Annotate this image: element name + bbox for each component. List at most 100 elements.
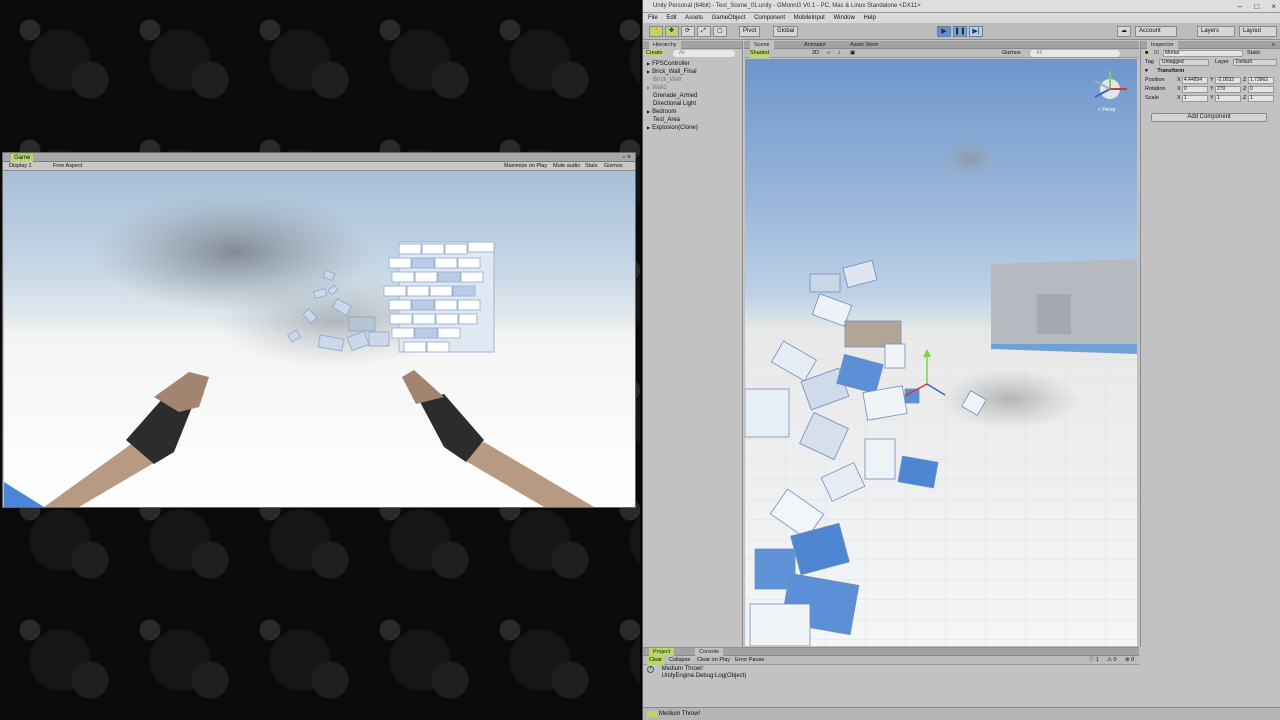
menu-edit[interactable]: Edit [666, 15, 676, 21]
hierarchy-item[interactable]: Explosion(Clone) [643, 124, 742, 132]
tab-hierarchy[interactable]: Hierarchy [649, 41, 681, 49]
shaded-dropdown[interactable]: Shaded [750, 49, 769, 58]
scale-x-field[interactable]: 1 [1182, 95, 1208, 102]
tab-asset-store[interactable]: Asset Store [846, 41, 882, 49]
audio-toggle-icon[interactable]: ♪ [838, 49, 841, 58]
game-viewport[interactable] [4, 172, 635, 507]
error-count[interactable]: ⊗ 0 [1123, 656, 1136, 665]
maximize-on-play-button[interactable]: Maximize on Play [502, 162, 549, 171]
menu-component[interactable]: Component [754, 15, 785, 21]
persp-label[interactable]: < Persp [1098, 107, 1116, 113]
lighting-toggle-icon[interactable]: ☼ [826, 49, 831, 58]
scene-orientation-gizmo-icon[interactable] [1094, 71, 1127, 99]
hierarchy-item[interactable]: Brick_Wall [643, 76, 742, 84]
scene-search-input[interactable]: All [1030, 50, 1120, 57]
log-message: Medium Throw! [661, 666, 703, 672]
tab-project[interactable]: Project [649, 648, 675, 656]
position-y-field[interactable]: -2.0033 [1215, 77, 1241, 84]
log-count[interactable]: ⓘ 1 [1087, 656, 1101, 665]
minimize-button[interactable]: – [1238, 2, 1242, 11]
display-dropdown[interactable]: Display 1 [7, 162, 34, 171]
layers-dropdown[interactable]: Layers [1197, 26, 1235, 37]
menu-gameobject[interactable]: GameObject [712, 15, 746, 21]
tag-dropdown[interactable]: Untagged [1159, 59, 1209, 66]
menu-assets[interactable]: Assets [685, 15, 703, 21]
menu-window[interactable]: Window [833, 15, 854, 21]
hierarchy-panel: Hierarchy Create All FPSController Brick… [643, 41, 743, 647]
tab-scene[interactable]: Scene [750, 41, 774, 49]
object-name-field[interactable]: Mortar [1163, 50, 1243, 57]
active-checkbox[interactable]: ☑ [1154, 50, 1159, 56]
rotation-x-field[interactable]: 0 [1182, 86, 1208, 93]
layer-dropdown[interactable]: Default [1233, 59, 1277, 66]
console-tabbar: Project Console [643, 648, 1139, 656]
scale-y-field[interactable]: 1 [1215, 95, 1241, 102]
create-dropdown[interactable]: Create [646, 50, 663, 56]
play-button[interactable]: ▶ [937, 26, 951, 37]
maximize-button[interactable]: □ [1254, 2, 1259, 11]
global-toggle[interactable]: Global [773, 26, 799, 37]
scene-viewport[interactable]: < Persp [745, 59, 1137, 646]
position-z-field[interactable]: 1.73962 [1248, 77, 1274, 84]
hand-tool-icon[interactable]: ✋ [649, 26, 663, 37]
rotation-y-field[interactable]: 270 [1215, 86, 1241, 93]
step-button[interactable]: ▶| [969, 26, 983, 37]
title-bar: Unity Personal (64bit) - Test_Scene_01.u… [643, 0, 1280, 13]
hierarchy-item[interactable]: Directional Light [643, 100, 742, 108]
2d-toggle[interactable]: 2D [812, 49, 819, 58]
hierarchy-item[interactable]: Grenade_Armed [643, 92, 742, 100]
panel-menu-icon[interactable]: ≡ [1268, 41, 1279, 49]
tab-inspector[interactable]: Inspector [1147, 41, 1178, 49]
mute-audio-button[interactable]: Mute audio [551, 162, 582, 171]
stats-button[interactable]: Stats [583, 162, 600, 171]
hierarchy-item[interactable]: Wall2 [643, 84, 742, 92]
hierarchy-search-input[interactable]: All [673, 50, 735, 57]
menu-help[interactable]: Help [864, 15, 876, 21]
clear-button[interactable]: Clear [647, 656, 665, 665]
warning-count[interactable]: ⚠ 0 [1105, 656, 1119, 665]
static-toggle[interactable]: Static [1247, 49, 1261, 58]
game-window-controls[interactable]: ▫ × [622, 153, 631, 162]
clear-on-play-button[interactable]: Clear on Play [695, 656, 732, 665]
tag-label: Tag [1145, 59, 1154, 65]
rotate-tool-icon[interactable]: ⟳ [681, 26, 695, 37]
hierarchy-item[interactable]: Bedroom [643, 108, 742, 116]
scale-tool-icon[interactable]: ⤢ [697, 26, 711, 37]
scene-gizmos-dropdown[interactable]: Gizmos [1002, 49, 1021, 58]
collapse-button[interactable]: Collapse [667, 656, 692, 665]
transform-header[interactable]: ▾ Transform [1141, 67, 1280, 76]
hierarchy-item[interactable]: FPSController [643, 60, 742, 68]
error-pause-button[interactable]: Error Pause [733, 656, 766, 665]
layout-dropdown[interactable]: Layout [1239, 26, 1277, 37]
aspect-dropdown[interactable]: Free Aspect [51, 162, 131, 171]
add-component-button[interactable]: Add Component [1151, 113, 1267, 122]
gizmos-button[interactable]: Gizmos [602, 162, 625, 171]
rotation-z-field[interactable]: 0 [1248, 86, 1274, 93]
rotation-row: Rotation X0 Y 270 Z0 [1141, 85, 1280, 94]
pivot-toggle[interactable]: Pivot [739, 26, 761, 37]
smoke-cloud [940, 139, 1000, 179]
foldout-arrow-icon[interactable]: ▾ [1145, 68, 1148, 74]
layer-label: Layer [1215, 59, 1229, 65]
window-controls: – □ × [1228, 0, 1276, 13]
hierarchy-item[interactable]: Brick_Wall_Final [643, 68, 742, 76]
pause-button[interactable]: ❚❚ [953, 26, 967, 37]
console-panel: Project Console Clear Collapse Clear on … [643, 647, 1139, 707]
account-dropdown[interactable]: Account [1135, 26, 1177, 37]
move-tool-icon[interactable]: ✥ [665, 26, 679, 37]
status-info-icon [647, 711, 657, 717]
menu-mobileinput[interactable]: MobileInput [794, 15, 825, 21]
scale-z-field[interactable]: 1 [1248, 95, 1274, 102]
status-bar[interactable]: Medium Throw! [643, 707, 1280, 720]
rect-tool-icon[interactable]: ▢ [713, 26, 727, 37]
close-button[interactable]: × [1271, 2, 1276, 11]
game-tab[interactable]: Game [11, 154, 34, 162]
console-log-entry[interactable]: ! Medium Throw! UnityEngine.Debug:Log(Ob… [647, 666, 746, 680]
tab-console[interactable]: Console [695, 648, 724, 656]
position-x-field[interactable]: 4.44894 [1182, 77, 1208, 84]
hierarchy-item[interactable]: Test_Area [643, 116, 742, 124]
effects-toggle-icon[interactable]: ▣ [850, 49, 855, 58]
cloud-icon[interactable]: ☁ [1117, 26, 1131, 37]
menu-file[interactable]: File [648, 15, 658, 21]
tab-animator[interactable]: Animator [800, 41, 830, 49]
